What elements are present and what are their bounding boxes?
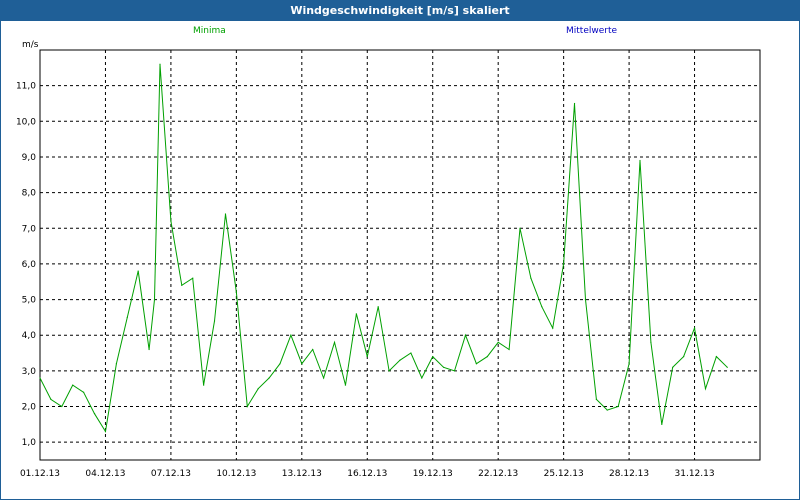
data-point bbox=[83, 391, 85, 393]
y-tick-label: 9,0 bbox=[22, 153, 37, 163]
x-tick-label: 13.12.13 bbox=[282, 469, 322, 479]
y-tick-label: 2,0 bbox=[22, 403, 37, 413]
data-point bbox=[181, 284, 183, 286]
data-point bbox=[726, 366, 728, 368]
data-point bbox=[159, 63, 161, 65]
data-point bbox=[137, 270, 139, 272]
data-point bbox=[148, 348, 150, 351]
x-tick-label: 31.12.13 bbox=[675, 469, 715, 479]
data-point bbox=[541, 306, 543, 308]
data-point bbox=[563, 263, 565, 265]
data-point bbox=[530, 277, 532, 279]
data-point bbox=[115, 363, 117, 365]
data-point bbox=[290, 334, 292, 336]
data-point bbox=[257, 388, 259, 390]
data-point bbox=[661, 423, 663, 425]
data-point bbox=[203, 384, 205, 386]
data-point bbox=[410, 352, 412, 354]
x-tick-label: 22.12.13 bbox=[478, 469, 518, 479]
data-point bbox=[606, 409, 608, 411]
data-point bbox=[639, 159, 641, 162]
data-point bbox=[475, 363, 477, 365]
data-point bbox=[104, 430, 107, 433]
data-point bbox=[464, 334, 467, 336]
data-point bbox=[246, 405, 248, 408]
y-tick-label: 11,0 bbox=[16, 82, 36, 92]
data-point bbox=[584, 298, 587, 301]
line-chart: 1,0 2,0 3,0 4,0 5,0 6,0 7,0 8,0 9,0 10,0 11,0 01.12… bbox=[16, 49, 761, 479]
data-point bbox=[279, 363, 281, 365]
data-point bbox=[650, 341, 652, 343]
data-point bbox=[170, 220, 172, 222]
data-point bbox=[235, 291, 237, 294]
data-point bbox=[366, 356, 368, 358]
x-tick-label: 01.12.13 bbox=[20, 469, 60, 479]
data-point bbox=[486, 356, 488, 358]
data-point bbox=[693, 327, 696, 329]
data-point bbox=[61, 405, 63, 408]
plot-frame bbox=[39, 49, 761, 461]
data-point bbox=[312, 348, 314, 351]
x-tick-label: 07.12.13 bbox=[151, 469, 191, 479]
data-point bbox=[344, 384, 347, 386]
data-point bbox=[683, 356, 685, 358]
x-tick-label: 10.12.13 bbox=[216, 469, 256, 479]
data-point bbox=[628, 363, 630, 365]
data-point bbox=[573, 102, 576, 105]
data-point bbox=[497, 341, 499, 343]
y-tick-label: 4,0 bbox=[22, 331, 37, 341]
data-point bbox=[508, 348, 510, 351]
y-tick-label: 5,0 bbox=[22, 296, 37, 306]
data-point bbox=[617, 405, 619, 408]
data-point bbox=[519, 227, 521, 229]
x-tick-label: 25.12.13 bbox=[544, 469, 584, 479]
y-tick-label: 6,0 bbox=[22, 260, 37, 270]
x-tick-label: 19.12.13 bbox=[413, 469, 453, 479]
y-tick-label: 3,0 bbox=[22, 367, 37, 377]
x-tick-label: 28.12.13 bbox=[609, 469, 649, 479]
y-tick-label: 8,0 bbox=[22, 189, 37, 199]
data-point bbox=[388, 370, 390, 372]
data-point bbox=[715, 356, 717, 358]
data-point bbox=[153, 298, 156, 301]
data-point bbox=[421, 377, 423, 379]
x-tick-label: 04.12.13 bbox=[85, 469, 125, 479]
series-line-minima bbox=[39, 64, 728, 433]
data-point bbox=[443, 366, 445, 368]
data-point bbox=[126, 316, 128, 318]
data-point bbox=[268, 377, 270, 379]
data-point bbox=[39, 377, 41, 379]
data-point bbox=[595, 398, 597, 400]
data-point bbox=[213, 320, 216, 322]
y-tick-label: 7,0 bbox=[22, 224, 37, 234]
x-tick-label: 16.12.13 bbox=[347, 469, 387, 479]
data-point bbox=[432, 356, 434, 358]
data-point bbox=[672, 366, 674, 368]
data-point bbox=[704, 388, 707, 390]
data-point bbox=[333, 341, 336, 343]
data-point bbox=[453, 370, 456, 372]
y-tick-label: 10,0 bbox=[16, 117, 36, 127]
y-tick-label: 1,0 bbox=[22, 438, 37, 448]
data-point bbox=[192, 277, 194, 279]
data-point bbox=[399, 359, 401, 361]
data-point bbox=[355, 313, 357, 315]
data-point bbox=[72, 384, 74, 386]
data-point bbox=[301, 363, 303, 365]
data-point bbox=[377, 306, 379, 308]
data-point bbox=[323, 377, 325, 379]
data-point bbox=[93, 413, 96, 415]
data-point bbox=[50, 398, 52, 400]
data-point bbox=[552, 327, 554, 329]
data-point bbox=[224, 213, 227, 215]
